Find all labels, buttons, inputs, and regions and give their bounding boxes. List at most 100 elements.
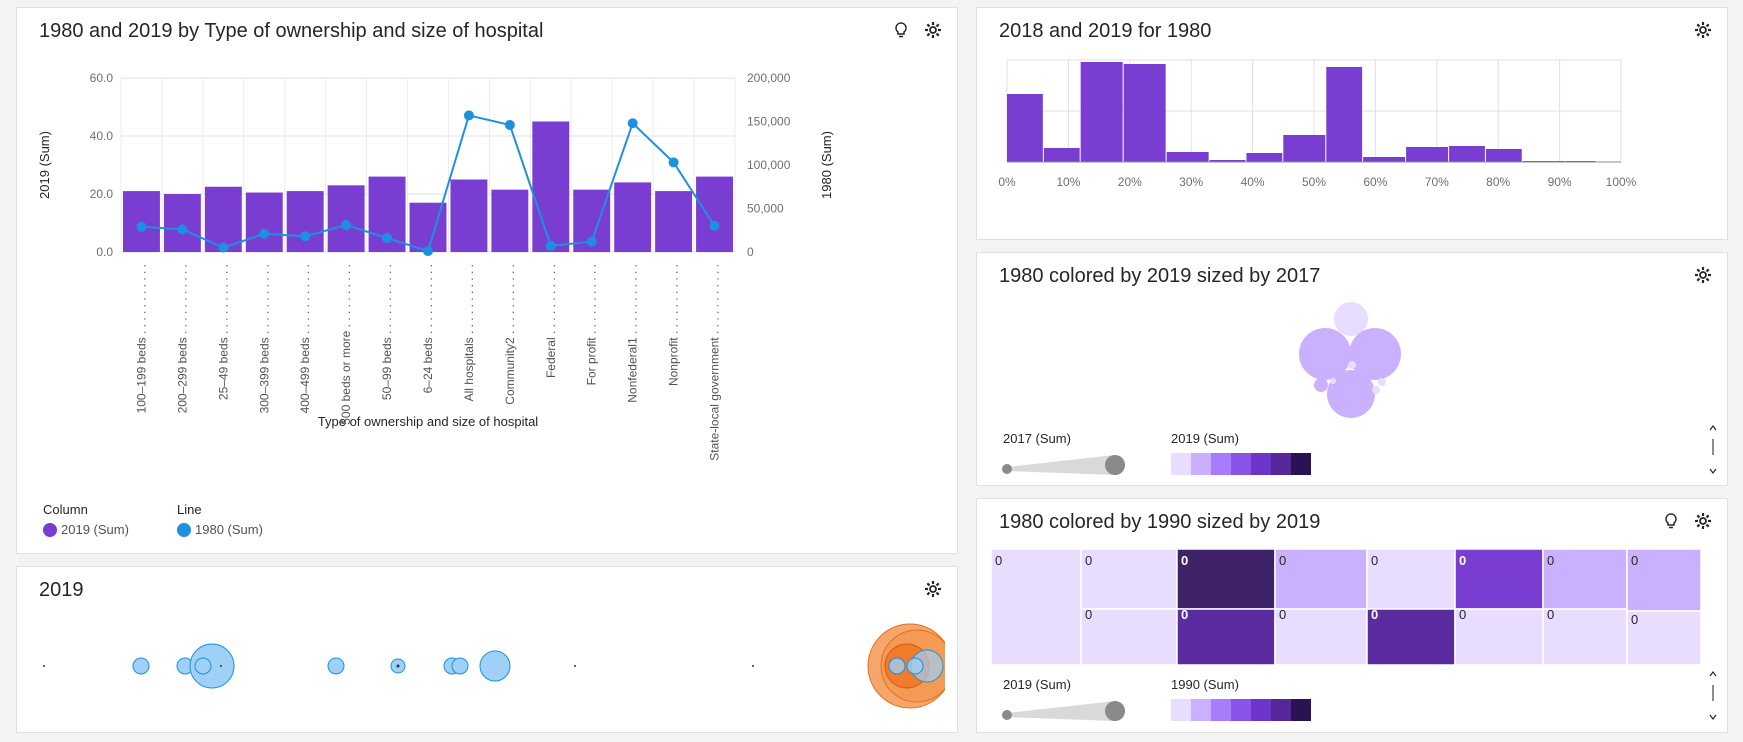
y-tick-label: 20.0 [90, 187, 114, 201]
treemap-cell-label: 0 [1547, 553, 1554, 568]
bar[interactable] [655, 191, 693, 252]
bar[interactable] [163, 194, 201, 252]
histogram-bar[interactable] [1449, 146, 1485, 162]
bubble[interactable] [479, 650, 511, 682]
treemap-panel: 1980 colored by 1990 sized by 2019 00000… [976, 498, 1728, 733]
bar[interactable] [286, 191, 324, 252]
treemap-cell[interactable] [1176, 549, 1276, 610]
histogram-bar[interactable] [1166, 152, 1209, 162]
settings-icon[interactable] [1693, 20, 1713, 40]
histogram-bar[interactable] [1406, 147, 1449, 162]
settings-icon[interactable] [923, 579, 943, 599]
line-point[interactable] [463, 110, 474, 121]
line-point[interactable] [218, 242, 229, 253]
legend-scroll[interactable] [1709, 671, 1717, 721]
bubble[interactable] [1330, 378, 1336, 384]
bubble[interactable] [1378, 378, 1386, 386]
line-point[interactable] [300, 231, 311, 242]
bubble[interactable] [451, 657, 469, 675]
bubble[interactable] [132, 657, 150, 675]
y-tick-label: 60.0 [90, 71, 114, 85]
bar[interactable] [614, 182, 652, 252]
treemap-cell[interactable] [1176, 608, 1276, 665]
treemap-cell[interactable] [1274, 608, 1368, 665]
bar[interactable] [491, 189, 529, 252]
bar[interactable] [450, 179, 488, 253]
histogram-bar[interactable] [1485, 149, 1522, 162]
treemap-cell[interactable] [1454, 608, 1544, 665]
lightbulb-icon[interactable] [891, 20, 911, 40]
x-tick-label: 30% [1179, 175, 1203, 189]
treemap-cell[interactable] [1274, 549, 1368, 610]
histogram-bar[interactable] [1283, 135, 1326, 162]
settings-icon[interactable] [1693, 511, 1713, 531]
treemap-cell[interactable] [1542, 608, 1628, 665]
line-point[interactable] [545, 240, 556, 251]
line-point[interactable] [504, 119, 515, 130]
category-label: Federal . . . . . . . . . . . [544, 264, 558, 378]
histogram-bar[interactable] [1363, 157, 1406, 162]
line-point[interactable] [177, 224, 188, 235]
bubble[interactable] [574, 665, 576, 667]
histogram-bar[interactable] [1043, 148, 1080, 162]
bubble[interactable] [220, 665, 222, 667]
color-legend-label: 2019 (Sum) [1171, 431, 1239, 446]
y2-tick-label: 0 [747, 245, 754, 259]
bar[interactable] [123, 191, 160, 252]
treemap-cell[interactable] [1366, 549, 1456, 610]
bubble[interactable] [194, 657, 212, 675]
size-legend-ramp [1002, 701, 1125, 721]
legend-item-1980[interactable]: 1980 (Sum) [177, 522, 263, 537]
bubble[interactable] [396, 664, 400, 668]
histogram-bar[interactable] [1123, 64, 1166, 162]
bubble[interactable] [1372, 386, 1380, 394]
legend-line-heading: Line [177, 502, 202, 517]
treemap-cell[interactable] [991, 549, 1082, 665]
lightbulb-icon[interactable] [1661, 511, 1681, 531]
histogram-bar[interactable] [1326, 67, 1363, 162]
line-point[interactable] [259, 228, 270, 239]
settings-icon[interactable] [923, 20, 943, 40]
treemap-cell-label: 0 [1547, 607, 1554, 622]
line-point[interactable] [136, 221, 147, 232]
treemap-cell[interactable] [1542, 549, 1628, 610]
histogram-bar[interactable] [1080, 62, 1123, 162]
legend-scroll[interactable] [1709, 425, 1717, 475]
panel-toolbar [923, 579, 943, 599]
treemap-cell[interactable] [1454, 549, 1544, 610]
histogram-bar[interactable] [1007, 94, 1043, 162]
line-point[interactable] [627, 118, 638, 129]
line-point[interactable] [586, 236, 597, 247]
bar[interactable] [245, 192, 283, 252]
treemap-cell[interactable] [1080, 549, 1178, 610]
bubble[interactable] [888, 657, 906, 675]
combo-chart-title: 1980 and 2019 by Type of ownership and s… [39, 20, 544, 42]
line-point[interactable] [341, 220, 352, 231]
y2-tick-label: 200,000 [747, 71, 791, 85]
histogram-bar[interactable] [1246, 153, 1283, 162]
line-point[interactable] [709, 220, 720, 231]
bubble[interactable] [1327, 370, 1375, 418]
line-point[interactable] [382, 233, 393, 244]
treemap-cell[interactable] [1080, 608, 1178, 665]
panel-toolbar [1693, 265, 1713, 285]
bubble[interactable] [43, 665, 45, 667]
bar[interactable] [696, 176, 733, 252]
line-point[interactable] [423, 246, 433, 257]
bubble[interactable] [327, 657, 345, 675]
treemap-cell-label: 0 [1279, 553, 1286, 568]
x-tick-label: 0% [998, 175, 1016, 189]
settings-icon[interactable] [1693, 265, 1713, 285]
bar[interactable] [532, 121, 570, 253]
combo-chart-panel: 1980 and 2019 by Type of ownership and s… [16, 7, 958, 554]
bubble[interactable] [752, 665, 754, 667]
treemap-cell[interactable] [1366, 608, 1456, 665]
bar[interactable] [327, 185, 365, 252]
category-label: Community2 . . . . . . . . . . . [503, 264, 517, 405]
bubble[interactable] [1348, 361, 1356, 369]
legend-item-2019[interactable]: 2019 (Sum) [43, 522, 129, 537]
bubble[interactable] [906, 657, 924, 675]
bubble[interactable] [1314, 378, 1328, 392]
bubble[interactable] [1334, 302, 1368, 336]
line-point[interactable] [668, 157, 679, 168]
